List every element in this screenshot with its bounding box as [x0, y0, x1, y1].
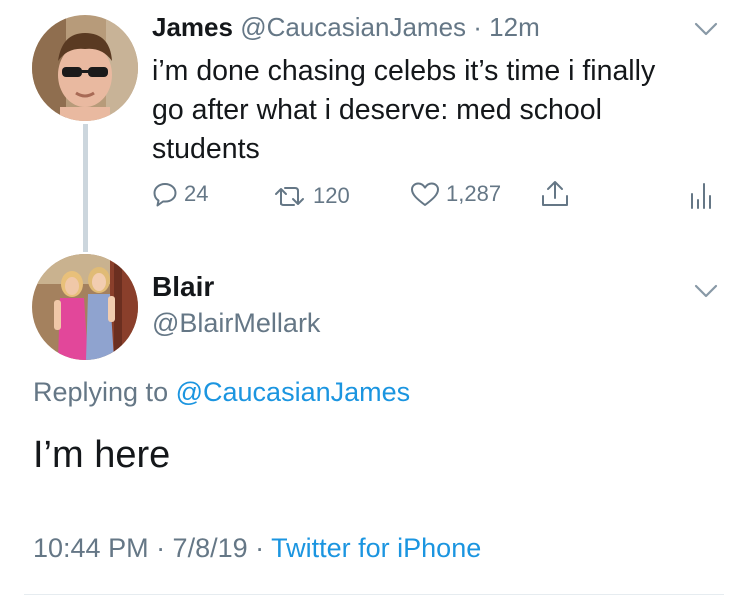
avatar[interactable] — [32, 15, 138, 121]
avatar-james-image — [32, 15, 138, 121]
replying-to-label: Replying to — [33, 377, 169, 407]
like-icon — [411, 182, 439, 206]
analytics-button[interactable] — [688, 180, 714, 210]
retweet-button[interactable]: 120 — [273, 183, 350, 209]
like-count: 1,287 — [446, 181, 502, 206]
reply-icon — [153, 183, 177, 207]
tweet-text-line: students — [152, 133, 260, 165]
author-handle[interactable]: @CaucasianJames — [240, 12, 466, 42]
tweet-meta: 10:44 PM · 7/8/19 · Twitter for iPhone — [33, 531, 481, 565]
tweet-time[interactable]: 12m — [489, 12, 540, 42]
replying-to-handle-link[interactable]: @CaucasianJames — [176, 377, 411, 407]
reply-button[interactable]: 24 — [152, 181, 208, 207]
avatar-blair-image — [32, 254, 138, 360]
avatar[interactable] — [32, 254, 138, 360]
timestamp[interactable]: 10:44 PM · 7/8/19 · — [33, 533, 264, 563]
reply-count: 24 — [184, 181, 209, 206]
tweet-text: i’m done chasing celebs it’s time i fina… — [152, 52, 655, 169]
time-separator: · — [473, 12, 482, 42]
tweet-header: James @CaucasianJames · 12m — [152, 10, 540, 44]
reply-text: I’m here — [33, 434, 171, 476]
retweet-icon — [275, 187, 304, 206]
tweet-text-line: go after what i deserve: med school — [152, 94, 602, 126]
author-handle[interactable]: @BlairMellark — [152, 306, 320, 340]
analytics-icon — [691, 183, 711, 209]
author-name[interactable]: Blair — [152, 270, 214, 304]
retweet-count: 120 — [313, 183, 350, 208]
like-button[interactable]: 1,287 — [410, 181, 501, 207]
chevron-down-icon[interactable] — [694, 283, 718, 299]
author-name[interactable]: James — [152, 12, 233, 42]
thread-line — [83, 124, 88, 252]
divider — [24, 594, 724, 595]
chevron-down-icon[interactable] — [694, 21, 718, 37]
source-link[interactable]: Twitter for iPhone — [271, 533, 481, 563]
tweet-text-line: i’m done chasing celebs it’s time i fina… — [152, 55, 656, 87]
replying-to: Replying to @CaucasianJames — [33, 375, 410, 409]
share-button[interactable] — [540, 179, 570, 209]
share-icon — [542, 181, 568, 206]
